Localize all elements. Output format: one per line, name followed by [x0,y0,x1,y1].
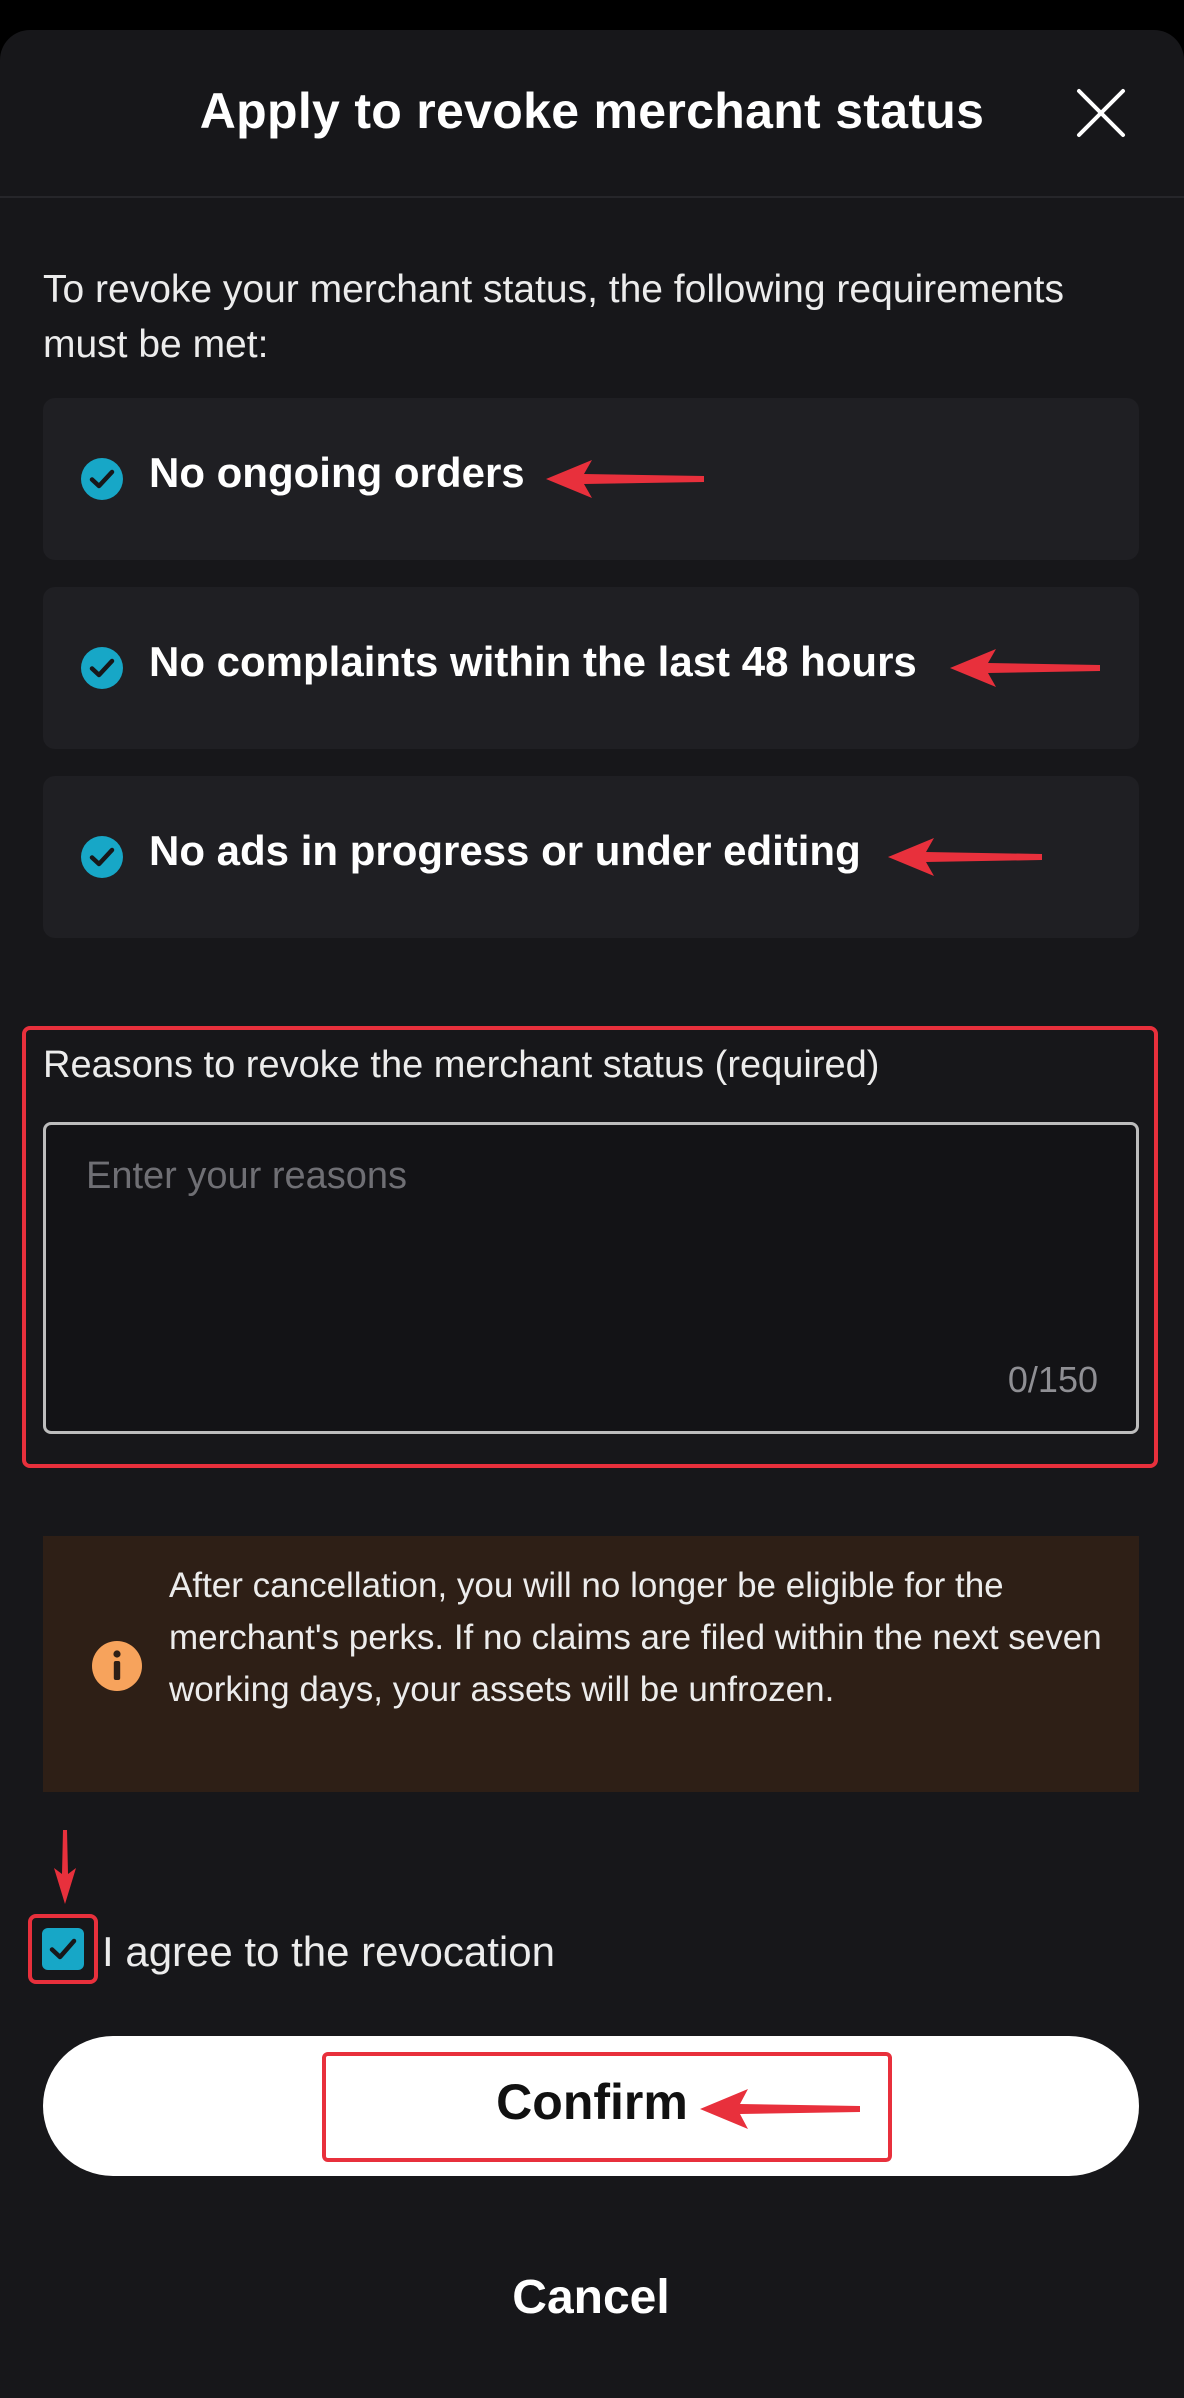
annotation-arrow-icon [546,460,704,498]
notice-text: After cancellation, you will no longer b… [169,1566,1102,1709]
reasons-label: Reasons to revoke the merchant status (r… [43,1044,880,1086]
requirement-label: No ads in progress or under editing [149,827,861,874]
cancel-button[interactable]: Cancel [43,2236,1139,2356]
annotation-arrow-icon [700,2089,860,2129]
annotation-arrow-down-icon [54,1830,76,1904]
dialog-header: Apply to revoke merchant status [0,30,1184,198]
checkmark-icon [49,1938,77,1960]
warning-notice: After cancellation, you will no longer b… [43,1536,1139,1792]
annotation-arrow-icon [888,838,1042,876]
close-icon [1077,89,1125,137]
reasons-placeholder: Enter your reasons [86,1155,408,1197]
check-circle-icon [81,647,123,689]
reasons-textarea[interactable]: Enter your reasons 0/150 [43,1122,1139,1434]
agree-checkbox[interactable] [42,1928,84,1970]
cancel-button-label: Cancel [512,2271,670,2324]
check-circle-icon [81,836,123,878]
info-icon [92,1641,142,1691]
check-circle-icon [81,458,123,500]
agree-label[interactable]: I agree to the revocation [102,1928,555,1976]
requirement-label: No ongoing orders [149,449,525,496]
requirement-label: No complaints within the last 48 hours [149,638,917,685]
annotation-arrow-icon [950,649,1100,687]
character-counter: 0/150 [1007,1359,1098,1400]
dialog-title: Apply to revoke merchant status [199,83,985,139]
close-button[interactable] [1076,88,1126,138]
requirements-intro: To revoke your merchant status, the foll… [43,268,1064,366]
revoke-merchant-dialog: Apply to revoke merchant status To revok… [0,30,1184,2398]
